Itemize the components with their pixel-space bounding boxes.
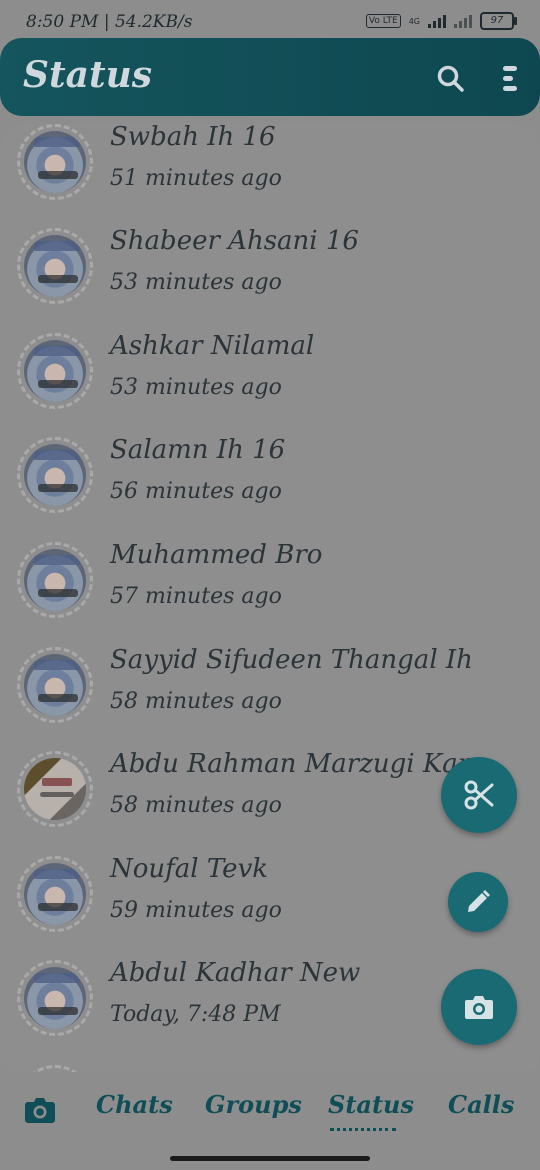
status-time: 58 minutes ago	[110, 689, 282, 714]
app-bar: Status	[0, 38, 540, 116]
status-item-partial[interactable]	[0, 1061, 540, 1072]
network-type: 4G	[408, 16, 420, 26]
status-contact-name: Abdul Kadhar New	[110, 958, 361, 988]
more-vertical-icon[interactable]	[498, 64, 522, 94]
tab-status[interactable]: Status	[328, 1090, 414, 1119]
status-avatar[interactable]	[17, 751, 93, 827]
tab-calls[interactable]: Calls	[448, 1090, 514, 1119]
status-avatar[interactable]	[17, 333, 93, 409]
home-indicator[interactable]	[170, 1156, 370, 1161]
status-time: 57 minutes ago	[110, 584, 282, 609]
camera-icon[interactable]	[24, 1096, 56, 1124]
status-contact-name: Noufal Tevk	[110, 854, 269, 884]
status-item[interactable]: Muhammed Bro 57 minutes ago	[0, 538, 540, 642]
tab-groups[interactable]: Groups	[205, 1090, 302, 1119]
signal-icon	[428, 14, 446, 28]
status-avatar[interactable]	[17, 437, 93, 513]
status-time: 58 minutes ago	[110, 793, 282, 818]
status-time: 51 minutes ago	[110, 166, 282, 191]
battery-icon: 97	[480, 12, 517, 30]
status-item[interactable]: Salamn Ih 16 56 minutes ago	[0, 433, 540, 537]
status-avatar[interactable]	[17, 542, 93, 618]
status-avatar[interactable]	[17, 124, 93, 200]
signal-icon-2	[454, 14, 472, 28]
cut-status-button[interactable]	[441, 757, 517, 833]
search-icon[interactable]	[436, 64, 466, 94]
status-contact-name: Shabeer Ahsani 16	[110, 226, 359, 256]
status-contact-name: Muhammed Bro	[110, 540, 323, 570]
scissors-icon	[464, 780, 494, 810]
status-contact-name: Abdu Rahman Marzugi Karı	[110, 749, 479, 779]
status-item[interactable]: Shabeer Ahsani 16 53 minutes ago	[0, 224, 540, 328]
camera-status-button[interactable]	[441, 969, 517, 1045]
status-time: 56 minutes ago	[110, 479, 282, 504]
camera-icon	[465, 996, 493, 1019]
status-item[interactable]: Swbah Ih 16 51 minutes ago	[0, 124, 540, 224]
page-title: Status	[23, 54, 153, 96]
volte-badge: Vo LTE	[365, 14, 401, 28]
status-avatar[interactable]	[17, 856, 93, 932]
status-avatar[interactable]	[17, 1065, 93, 1072]
text-status-button[interactable]	[448, 872, 508, 932]
status-contact-name: Sayyid Sifudeen Thangal Ih	[110, 645, 473, 675]
status-time: 59 minutes ago	[110, 898, 282, 923]
status-time: 53 minutes ago	[110, 375, 282, 400]
status-time: Today, 7:48 PM	[110, 1002, 281, 1027]
status-contact-name: Ashkar Nilamal	[110, 331, 315, 361]
tab-chats[interactable]: Chats	[96, 1090, 173, 1119]
status-item[interactable]: Ashkar Nilamal 53 minutes ago	[0, 329, 540, 433]
pencil-icon	[468, 890, 490, 912]
status-avatar[interactable]	[17, 647, 93, 723]
status-bar-icons: Vo LTE 4G 97	[365, 12, 517, 30]
status-item[interactable]: Sayyid Sifudeen Thangal Ih 58 minutes ag…	[0, 643, 540, 747]
status-bar-time: 8:50 PM | 54.2KB/s	[26, 12, 193, 32]
status-contact-name: Swbah Ih 16	[110, 124, 276, 152]
status-list: Swbah Ih 16 51 minutes ago Shabeer Ahsan…	[0, 124, 540, 1072]
active-tab-indicator	[330, 1128, 396, 1135]
status-time: 53 minutes ago	[110, 270, 282, 295]
status-avatar[interactable]	[17, 960, 93, 1036]
status-contact-name: Salamn Ih 16	[110, 435, 286, 465]
status-avatar[interactable]	[17, 228, 93, 304]
